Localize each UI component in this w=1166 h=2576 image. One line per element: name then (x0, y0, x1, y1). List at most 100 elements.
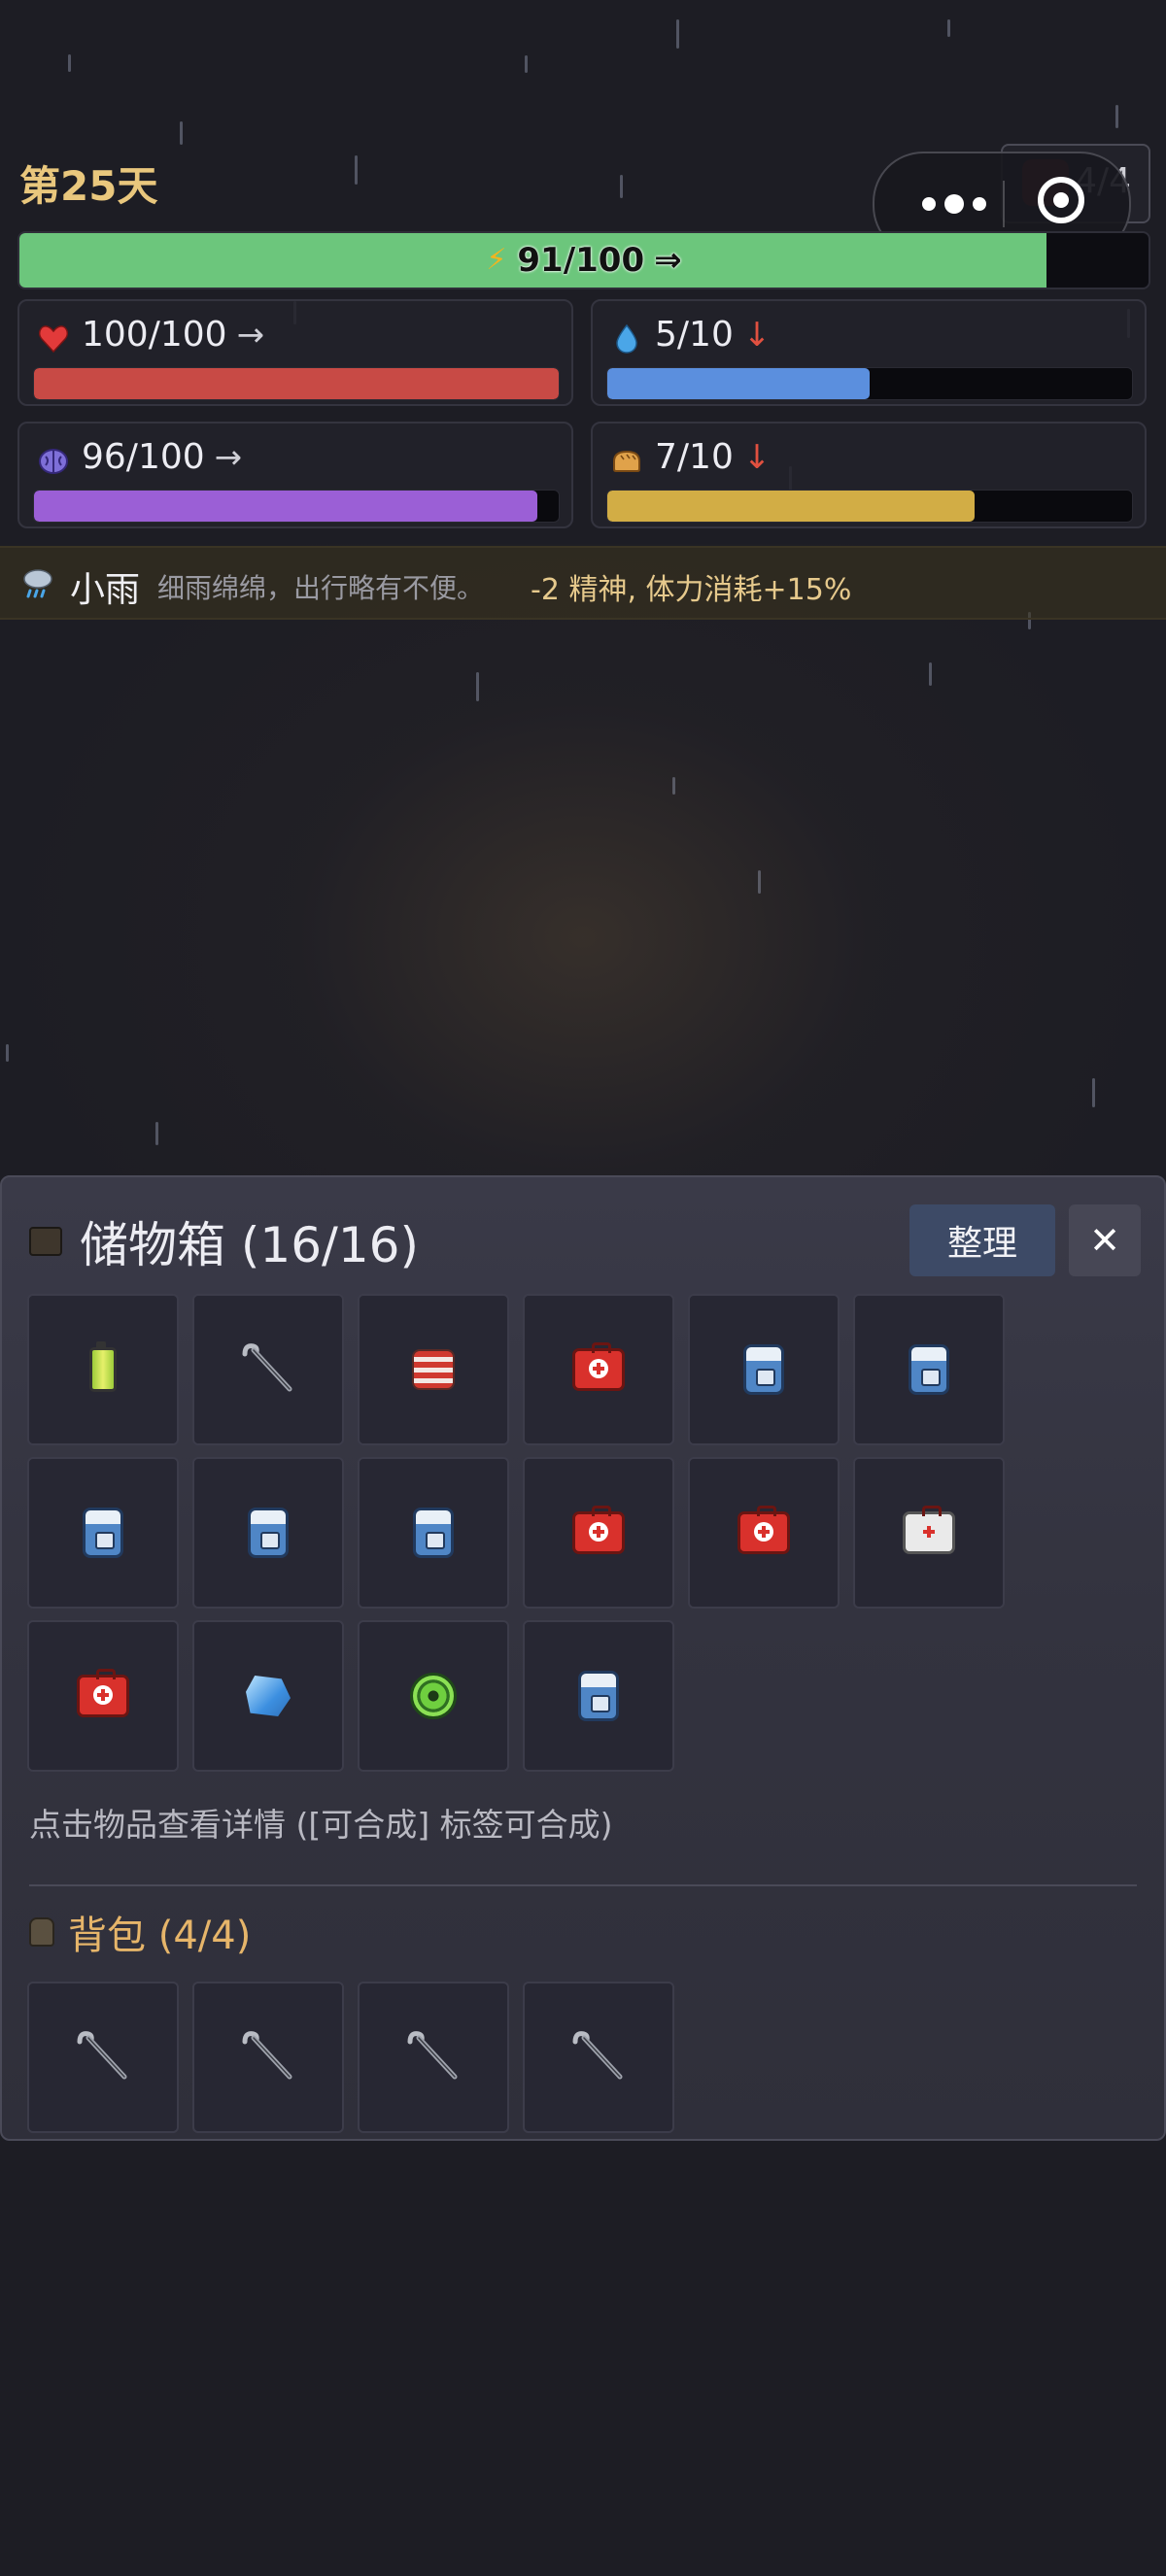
rain-drop (1115, 105, 1118, 128)
weather-effect: -2 精神, 体力消耗+15% (531, 573, 852, 607)
backpack-icon (248, 1508, 289, 1558)
white-medkit-icon (903, 1506, 955, 1554)
duct-tape-icon (412, 1349, 455, 1390)
stat-water: 5/10 ↓ (591, 299, 1147, 406)
storage-slot[interactable] (358, 1620, 509, 1772)
storage-slot[interactable] (358, 1457, 509, 1609)
green-reel-icon (410, 1673, 457, 1719)
first-aid-kit-icon (737, 1506, 790, 1554)
crowbar-icon (74, 2028, 132, 2086)
backpack-slot[interactable] (27, 1982, 179, 2133)
backpack-slot[interactable] (523, 1982, 674, 2133)
rain-drop (355, 155, 358, 185)
lightning-icon: ⚡ (486, 243, 507, 277)
health-value: 100/100 (82, 315, 227, 355)
backpack-header: 背包 (4/4) (29, 1904, 251, 1960)
storage-slot[interactable] (27, 1457, 179, 1609)
water-value: 5/10 (655, 315, 734, 355)
rain-drop (620, 175, 623, 198)
close-button[interactable]: ✕ (1069, 1204, 1141, 1276)
brain-icon (37, 445, 70, 478)
backpack-icon (578, 1671, 619, 1721)
water-bar-fill (607, 368, 870, 399)
energy-trend: ⇒ (654, 241, 682, 280)
more-menu-button[interactable] (909, 183, 999, 225)
energy-label: ⚡ 91/100 ⇒ (19, 233, 1149, 288)
close-miniprogram-button[interactable] (1038, 177, 1084, 223)
food-bar-fill (607, 491, 975, 522)
food-bar (606, 490, 1133, 523)
backpack-icon (83, 1508, 123, 1558)
storage-slot[interactable] (192, 1457, 344, 1609)
backpack-slot[interactable] (358, 1982, 509, 2133)
blue-crystal-icon (246, 1676, 291, 1716)
weather-description: 细雨绵绵，出行略有不便。 (157, 572, 485, 604)
section-divider (29, 1884, 1137, 1886)
spirit-value: 96/100 (82, 437, 205, 477)
storage-header: 储物箱 (16/16) (29, 1206, 419, 1276)
storage-title: 储物箱 (16/16) (80, 1217, 419, 1273)
rain-drop (947, 19, 950, 37)
battery-icon (89, 1341, 117, 1392)
bread-icon (610, 445, 643, 478)
food-value: 7/10 (655, 437, 734, 477)
rain-drop (180, 121, 183, 145)
storage-panel: 储物箱 (16/16) 整理 ✕ 点击物品查看详情 ([可合成] 标签可合成) … (0, 1175, 1166, 2141)
storage-slot[interactable] (853, 1457, 1005, 1609)
backpack-icon (29, 1917, 54, 1947)
food-trend: ↓ (742, 438, 772, 477)
crowbar-icon (239, 1340, 297, 1399)
storage-slot[interactable] (523, 1457, 674, 1609)
storage-slot[interactable] (27, 1620, 179, 1772)
energy-value: 91/100 (517, 241, 645, 280)
water-bar (606, 367, 1133, 400)
backpack-title: 背包 (4/4) (68, 1914, 252, 1958)
backpack-icon (743, 1344, 784, 1395)
rain-drop (1092, 1078, 1095, 1107)
storage-slot[interactable] (523, 1620, 674, 1772)
sort-button[interactable]: 整理 (909, 1204, 1055, 1276)
stat-health: 100/100 → (17, 299, 573, 406)
storage-slot[interactable] (853, 1294, 1005, 1445)
first-aid-kit-icon (77, 1669, 129, 1717)
weather-banner: 小雨 细雨绵绵，出行略有不便。 -2 精神, 体力消耗+15% (0, 546, 1166, 620)
first-aid-kit-icon (572, 1506, 625, 1554)
rain-drop (68, 54, 71, 72)
storage-slot[interactable] (688, 1457, 840, 1609)
backpack-icon (909, 1344, 949, 1395)
energy-bar: ⚡ 91/100 ⇒ (17, 231, 1150, 289)
stat-spirit: 96/100 → (17, 422, 573, 528)
rain-drop (476, 672, 479, 701)
crowbar-icon (239, 2028, 297, 2086)
storage-slot[interactable] (192, 1620, 344, 1772)
crowbar-icon (404, 2028, 463, 2086)
storage-box-icon (29, 1227, 62, 1256)
backpack-slot[interactable] (192, 1982, 344, 2133)
health-bar (33, 367, 560, 400)
storage-slot[interactable] (358, 1294, 509, 1445)
backpack-grid (27, 1982, 1018, 2133)
weather-name: 小雨 (70, 570, 141, 610)
rain-drop (758, 870, 761, 894)
spirit-trend: → (214, 438, 243, 477)
heart-icon (37, 322, 70, 356)
rain-drop (6, 1044, 9, 1062)
capsule-divider (1003, 181, 1005, 227)
water-drop-icon (610, 322, 643, 356)
rain-drop (155, 1122, 158, 1145)
storage-slot[interactable] (688, 1294, 840, 1445)
crowbar-icon (569, 2028, 628, 2086)
spirit-bar-fill (34, 491, 538, 522)
storage-slot[interactable] (192, 1294, 344, 1445)
day-counter: 第25天 (19, 162, 158, 210)
storage-slot[interactable] (27, 1294, 179, 1445)
storage-slot[interactable] (523, 1294, 674, 1445)
storage-hint: 点击物品查看详情 ([可合成] 标签可合成) (29, 1806, 613, 1844)
rain-drop (929, 662, 932, 686)
spirit-bar (33, 490, 560, 523)
rain-drop (676, 19, 679, 49)
first-aid-kit-icon (572, 1342, 625, 1391)
health-trend: → (236, 316, 265, 355)
rain-cloud-icon (21, 567, 54, 598)
backpack-icon (413, 1508, 454, 1558)
